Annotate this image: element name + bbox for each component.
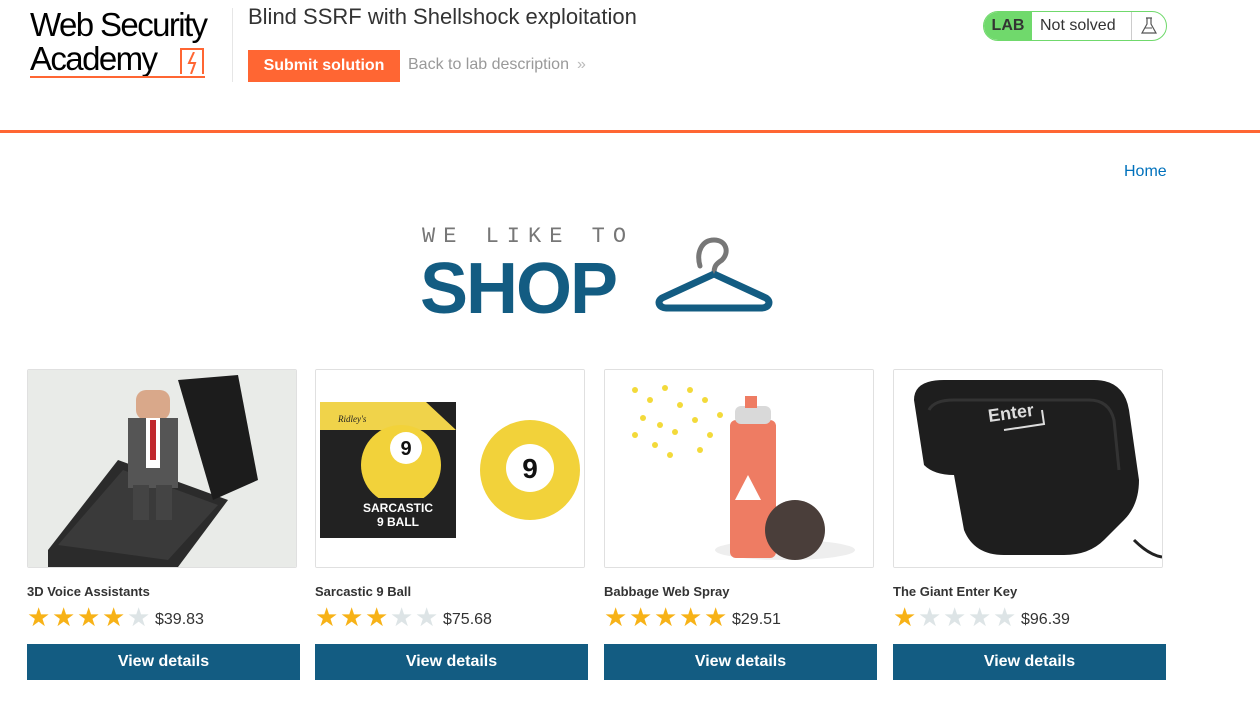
star-empty-icon: ★ bbox=[415, 602, 439, 632]
double-chevron-right-icon: » bbox=[576, 56, 586, 73]
product-card: Babbage Web Spray ★ ★ ★ ★ ★ $29.51 View detai… bbox=[604, 369, 877, 680]
star-empty-icon: ★ bbox=[390, 602, 414, 632]
we-like-to-shop-banner: WE LIKE TO SHOP bbox=[420, 220, 780, 329]
product-rating: ★ ★ ★ ★ ★ $29.51 bbox=[604, 604, 781, 630]
back-link-label: Back to lab description bbox=[408, 56, 569, 73]
view-details-button[interactable]: View details bbox=[893, 644, 1166, 680]
product-name: Sarcastic 9 Ball bbox=[315, 584, 412, 599]
star-filled-icon: ★ bbox=[365, 602, 389, 632]
ball-number: 9 bbox=[522, 453, 538, 484]
star-filled-icon: ★ bbox=[340, 602, 364, 632]
product-rating: ★ ★ ★ ★ ★ $39.83 bbox=[27, 604, 204, 630]
submit-solution-button[interactable]: Submit solution bbox=[248, 50, 400, 82]
product-price: $75.68 bbox=[443, 611, 492, 628]
product-rating: ★ ★ ★ ★ ★ $96.39 bbox=[893, 604, 1070, 630]
lab-header: Web Security Academy Blind SSRF with She… bbox=[0, 0, 1260, 133]
product-price: $39.83 bbox=[155, 611, 204, 628]
product-name: Babbage Web Spray bbox=[604, 584, 730, 599]
star-empty-icon: ★ bbox=[918, 602, 942, 632]
star-filled-icon: ★ bbox=[704, 602, 728, 632]
back-to-lab-description-link[interactable]: Back to lab description » bbox=[408, 56, 586, 74]
lab-title: Blind SSRF with Shellshock exploitation bbox=[248, 4, 637, 29]
ball-box-title: SARCASTIC bbox=[363, 501, 433, 515]
product-image[interactable]: Enter bbox=[893, 369, 1163, 568]
product-price: $29.51 bbox=[732, 611, 781, 628]
flask-icon bbox=[1131, 12, 1166, 40]
view-details-button[interactable]: View details bbox=[604, 644, 877, 680]
star-empty-icon: ★ bbox=[993, 602, 1017, 632]
star-filled-icon: ★ bbox=[893, 602, 917, 632]
ball-box-title2: 9 BALL bbox=[377, 515, 419, 529]
star-filled-icon: ★ bbox=[102, 602, 126, 632]
product-name: The Giant Enter Key bbox=[893, 584, 1018, 599]
view-details-button[interactable]: View details bbox=[27, 644, 300, 680]
product-card: Enter The Giant Enter Key ★ ★ ★ ★ ★ $96.39 Vi… bbox=[893, 369, 1166, 680]
star-filled-icon: ★ bbox=[629, 602, 653, 632]
logo-text-line1: Web Security bbox=[30, 6, 208, 43]
star-empty-icon: ★ bbox=[968, 602, 992, 632]
product-image[interactable]: 9 SARCASTIC 9 BALL Ridley's 9 bbox=[315, 369, 585, 568]
ball-box-brand: Ridley's bbox=[337, 414, 367, 424]
star-filled-icon: ★ bbox=[27, 602, 51, 632]
lab-status-text: Not solved bbox=[1040, 17, 1116, 34]
star-empty-icon: ★ bbox=[127, 602, 151, 632]
star-filled-icon: ★ bbox=[77, 602, 101, 632]
star-filled-icon: ★ bbox=[654, 602, 678, 632]
product-price: $96.39 bbox=[1021, 611, 1070, 628]
view-details-button[interactable]: View details bbox=[315, 644, 588, 680]
star-filled-icon: ★ bbox=[52, 602, 76, 632]
product-image[interactable] bbox=[27, 369, 297, 568]
star-filled-icon: ★ bbox=[315, 602, 339, 632]
web-security-academy-logo[interactable]: Web Security Academy bbox=[28, 6, 233, 82]
home-link[interactable]: Home bbox=[1124, 163, 1167, 181]
product-rating: ★ ★ ★ ★ ★ $75.68 bbox=[315, 604, 492, 630]
star-filled-icon: ★ bbox=[679, 602, 703, 632]
product-name: 3D Voice Assistants bbox=[27, 584, 150, 599]
banner-title: SHOP bbox=[420, 249, 618, 329]
lab-status-badge: LAB Not solved bbox=[983, 11, 1167, 41]
logo-text-line2: Academy bbox=[30, 40, 158, 77]
lab-tag: LAB bbox=[984, 12, 1032, 40]
ball-box-number: 9 bbox=[400, 438, 411, 460]
logo-underline bbox=[30, 76, 205, 78]
star-filled-icon: ★ bbox=[604, 602, 628, 632]
star-empty-icon: ★ bbox=[943, 602, 967, 632]
hanger-icon bbox=[655, 237, 773, 312]
logo-bolt-icon bbox=[180, 48, 204, 74]
product-image[interactable] bbox=[604, 369, 874, 568]
product-card: 3D Voice Assistants ★ ★ ★ ★ ★ $39.83 View det… bbox=[27, 369, 300, 680]
product-card: 9 SARCASTIC 9 BALL Ridley's 9 Sarcastic … bbox=[315, 369, 588, 680]
banner-subtitle: WE LIKE TO bbox=[422, 224, 635, 249]
